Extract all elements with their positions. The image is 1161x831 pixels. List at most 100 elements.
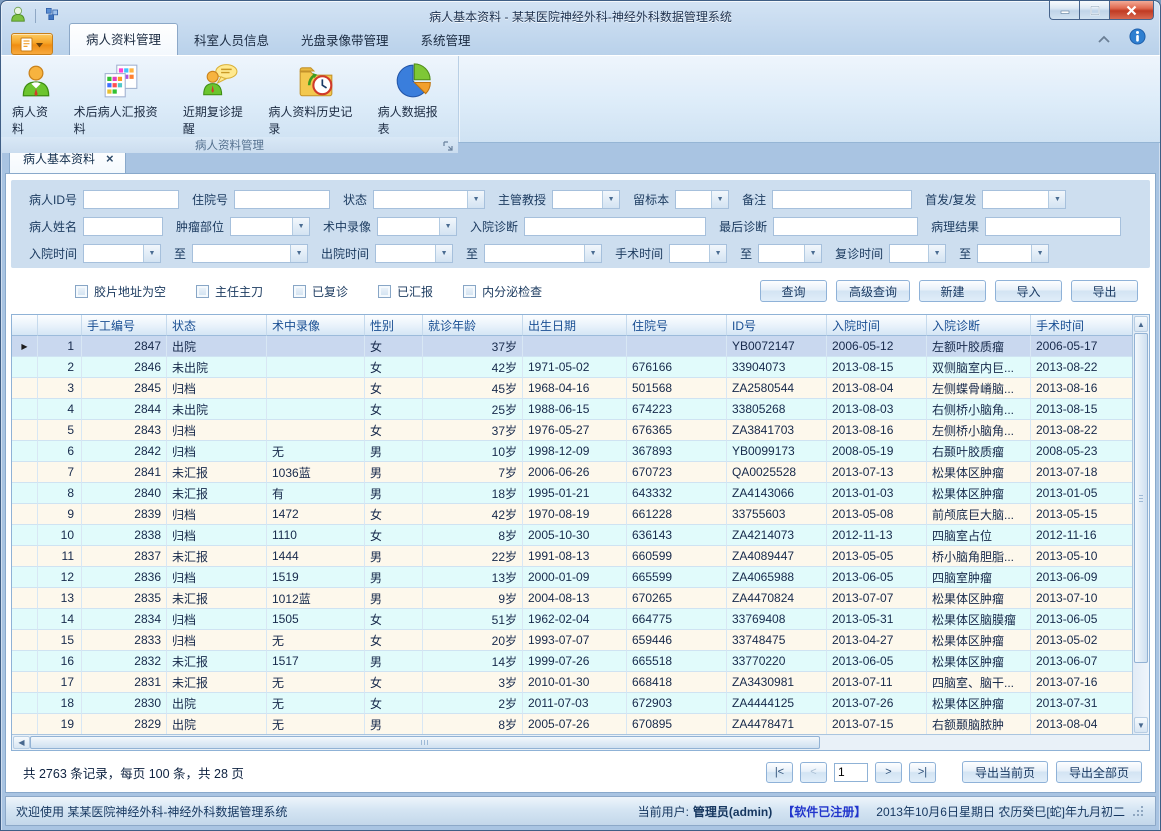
action-button[interactable]: 查询	[760, 280, 827, 302]
table-row[interactable]: 52843归档女37岁1976-05-27676365ZA38417032013…	[12, 420, 1132, 441]
vertical-scrollbar-track[interactable]	[1133, 663, 1149, 716]
checkbox-icon[interactable]	[196, 285, 209, 298]
checkbox-icon[interactable]	[463, 285, 476, 298]
dropdown-arrow-icon[interactable]: ▼	[290, 245, 307, 262]
filter-checkbox[interactable]: 内分泌检查	[463, 283, 542, 300]
combo-box[interactable]: ▼	[669, 244, 727, 263]
table-row[interactable]: 92839归档1472女42岁1970-08-19661228337556032…	[12, 504, 1132, 525]
dropdown-arrow-icon[interactable]: ▼	[711, 191, 728, 208]
checkbox-icon[interactable]	[293, 285, 306, 298]
table-row[interactable]: 72841未汇报1036蓝男7岁2006-06-26670723QA002552…	[12, 462, 1132, 483]
ribbon-button[interactable]: 近期复诊提醒	[176, 59, 261, 137]
collapse-ribbon-chevron-icon[interactable]	[1097, 30, 1111, 48]
app-menu-button[interactable]	[11, 33, 53, 55]
table-row[interactable]: ▶12847出院女37岁YB00721472006-05-12左额叶胶质瘤200…	[12, 336, 1132, 357]
resize-grip-icon[interactable]	[1141, 814, 1143, 816]
window-layout-icon[interactable]	[44, 6, 60, 27]
action-button[interactable]: 新建	[919, 280, 986, 302]
dropdown-arrow-icon[interactable]: ▼	[1048, 191, 1065, 208]
combo-box[interactable]: ▼	[373, 190, 485, 209]
prev-page-button[interactable]: <	[800, 762, 827, 783]
export-button[interactable]: 导出当前页	[962, 761, 1048, 783]
export-button[interactable]: 导出全部页	[1056, 761, 1142, 783]
dropdown-arrow-icon[interactable]: ▼	[804, 245, 821, 262]
ribbon-button[interactable]: 病人资料	[5, 59, 67, 137]
combo-box[interactable]: ▼	[377, 217, 457, 236]
vertical-scrollbar-thumb[interactable]	[1134, 333, 1148, 663]
table-row[interactable]: 162832未汇报1517男14岁1999-07-266655183377022…	[12, 651, 1132, 672]
combo-box[interactable]: ▼	[230, 217, 310, 236]
dropdown-arrow-icon[interactable]: ▼	[467, 191, 484, 208]
horizontal-scrollbar[interactable]: ◀	[12, 734, 1149, 750]
column-header[interactable]: 入院诊断	[927, 315, 1031, 336]
table-row[interactable]: 152833归档无女20岁1993-07-0765944633748475201…	[12, 630, 1132, 651]
column-header[interactable]: 就诊年龄	[423, 315, 523, 336]
column-header[interactable]: 入院时间	[827, 315, 927, 336]
combo-box[interactable]: ▼	[484, 244, 602, 263]
first-page-button[interactable]: |<	[766, 762, 793, 783]
filter-checkbox[interactable]: 已汇报	[378, 283, 433, 300]
text-input[interactable]	[524, 217, 706, 236]
table-row[interactable]: 142834归档1505女51岁1962-02-0466477533769408…	[12, 609, 1132, 630]
info-icon[interactable]	[1129, 28, 1146, 50]
column-header[interactable]: 手工编号	[82, 315, 167, 336]
ribbon-button[interactable]: 病人数据报表	[371, 59, 456, 137]
combo-box[interactable]: ▼	[758, 244, 822, 263]
minimize-button[interactable]	[1049, 1, 1079, 20]
registered-link[interactable]: 【软件已注册】	[782, 803, 866, 820]
combo-box[interactable]: ▼	[675, 190, 729, 209]
horizontal-scrollbar-track[interactable]	[820, 735, 1149, 750]
dropdown-arrow-icon[interactable]: ▼	[928, 245, 945, 262]
combo-box[interactable]: ▼	[83, 244, 161, 263]
ribbon-tab-2[interactable]: 科室人员信息	[178, 25, 285, 55]
table-row[interactable]: 102838归档1110女8岁2005-10-30636143ZA4214073…	[12, 525, 1132, 546]
column-header[interactable]: 手术时间	[1031, 315, 1132, 336]
filter-checkbox[interactable]: 主任主刀	[196, 283, 263, 300]
checkbox-icon[interactable]	[75, 285, 88, 298]
horizontal-scrollbar-thumb[interactable]	[30, 736, 820, 749]
dropdown-arrow-icon[interactable]: ▼	[439, 218, 456, 235]
dropdown-arrow-icon[interactable]: ▼	[1031, 245, 1048, 262]
filter-checkbox[interactable]: 已复诊	[293, 283, 348, 300]
table-row[interactable]: 62842归档无男10岁1998-12-09367893YB0099173200…	[12, 441, 1132, 462]
text-input[interactable]	[985, 217, 1121, 236]
text-input[interactable]	[234, 190, 330, 209]
checkbox-icon[interactable]	[378, 285, 391, 298]
table-row[interactable]: 172831未汇报无女3岁2010-01-30668418ZA343098120…	[12, 672, 1132, 693]
text-input[interactable]	[83, 190, 179, 209]
column-header[interactable]: 状态	[167, 315, 267, 336]
scroll-up-icon[interactable]: ▲	[1134, 316, 1148, 332]
ribbon-button[interactable]: 病人资料历史记录	[261, 59, 370, 137]
combo-box[interactable]: ▼	[192, 244, 308, 263]
combo-box[interactable]: ▼	[552, 190, 620, 209]
last-page-button[interactable]: >|	[909, 762, 936, 783]
close-button[interactable]	[1109, 1, 1154, 20]
ribbon-tab-3[interactable]: 光盘录像带管理	[285, 25, 405, 55]
ribbon-button[interactable]: 术后病人汇报资料	[67, 59, 176, 137]
dropdown-arrow-icon[interactable]: ▼	[584, 245, 601, 262]
column-header[interactable]: 性别	[365, 315, 423, 336]
column-header[interactable]: ID号	[727, 315, 827, 336]
dropdown-arrow-icon[interactable]: ▼	[709, 245, 726, 262]
dialog-launcher-icon[interactable]	[442, 140, 454, 152]
column-header[interactable]: 住院号	[627, 315, 727, 336]
dropdown-arrow-icon[interactable]: ▼	[292, 218, 309, 235]
combo-box[interactable]: ▼	[977, 244, 1049, 263]
table-row[interactable]: 192829出院无男8岁2005-07-26670895ZA4478471201…	[12, 714, 1132, 734]
dropdown-arrow-icon[interactable]: ▼	[143, 245, 160, 262]
combo-box[interactable]: ▼	[982, 190, 1066, 209]
text-input[interactable]	[773, 217, 918, 236]
action-button[interactable]: 高级查询	[836, 280, 910, 302]
table-row[interactable]: 112837未汇报1444男22岁1991-08-13660599ZA40894…	[12, 546, 1132, 567]
table-row[interactable]: 82840未汇报有男18岁1995-01-21643332ZA414306620…	[12, 483, 1132, 504]
maximize-button[interactable]	[1079, 1, 1109, 20]
table-row[interactable]: 122836归档1519男13岁2000-01-09665599ZA406598…	[12, 567, 1132, 588]
ribbon-tab-4[interactable]: 系统管理	[405, 25, 487, 55]
combo-box[interactable]: ▼	[889, 244, 946, 263]
dropdown-arrow-icon[interactable]: ▼	[435, 245, 452, 262]
scroll-down-icon[interactable]: ▼	[1134, 717, 1148, 733]
next-page-button[interactable]: >	[875, 762, 902, 783]
tab-close-icon[interactable]: ×	[106, 154, 114, 163]
combo-box[interactable]: ▼	[375, 244, 453, 263]
text-input[interactable]	[772, 190, 912, 209]
